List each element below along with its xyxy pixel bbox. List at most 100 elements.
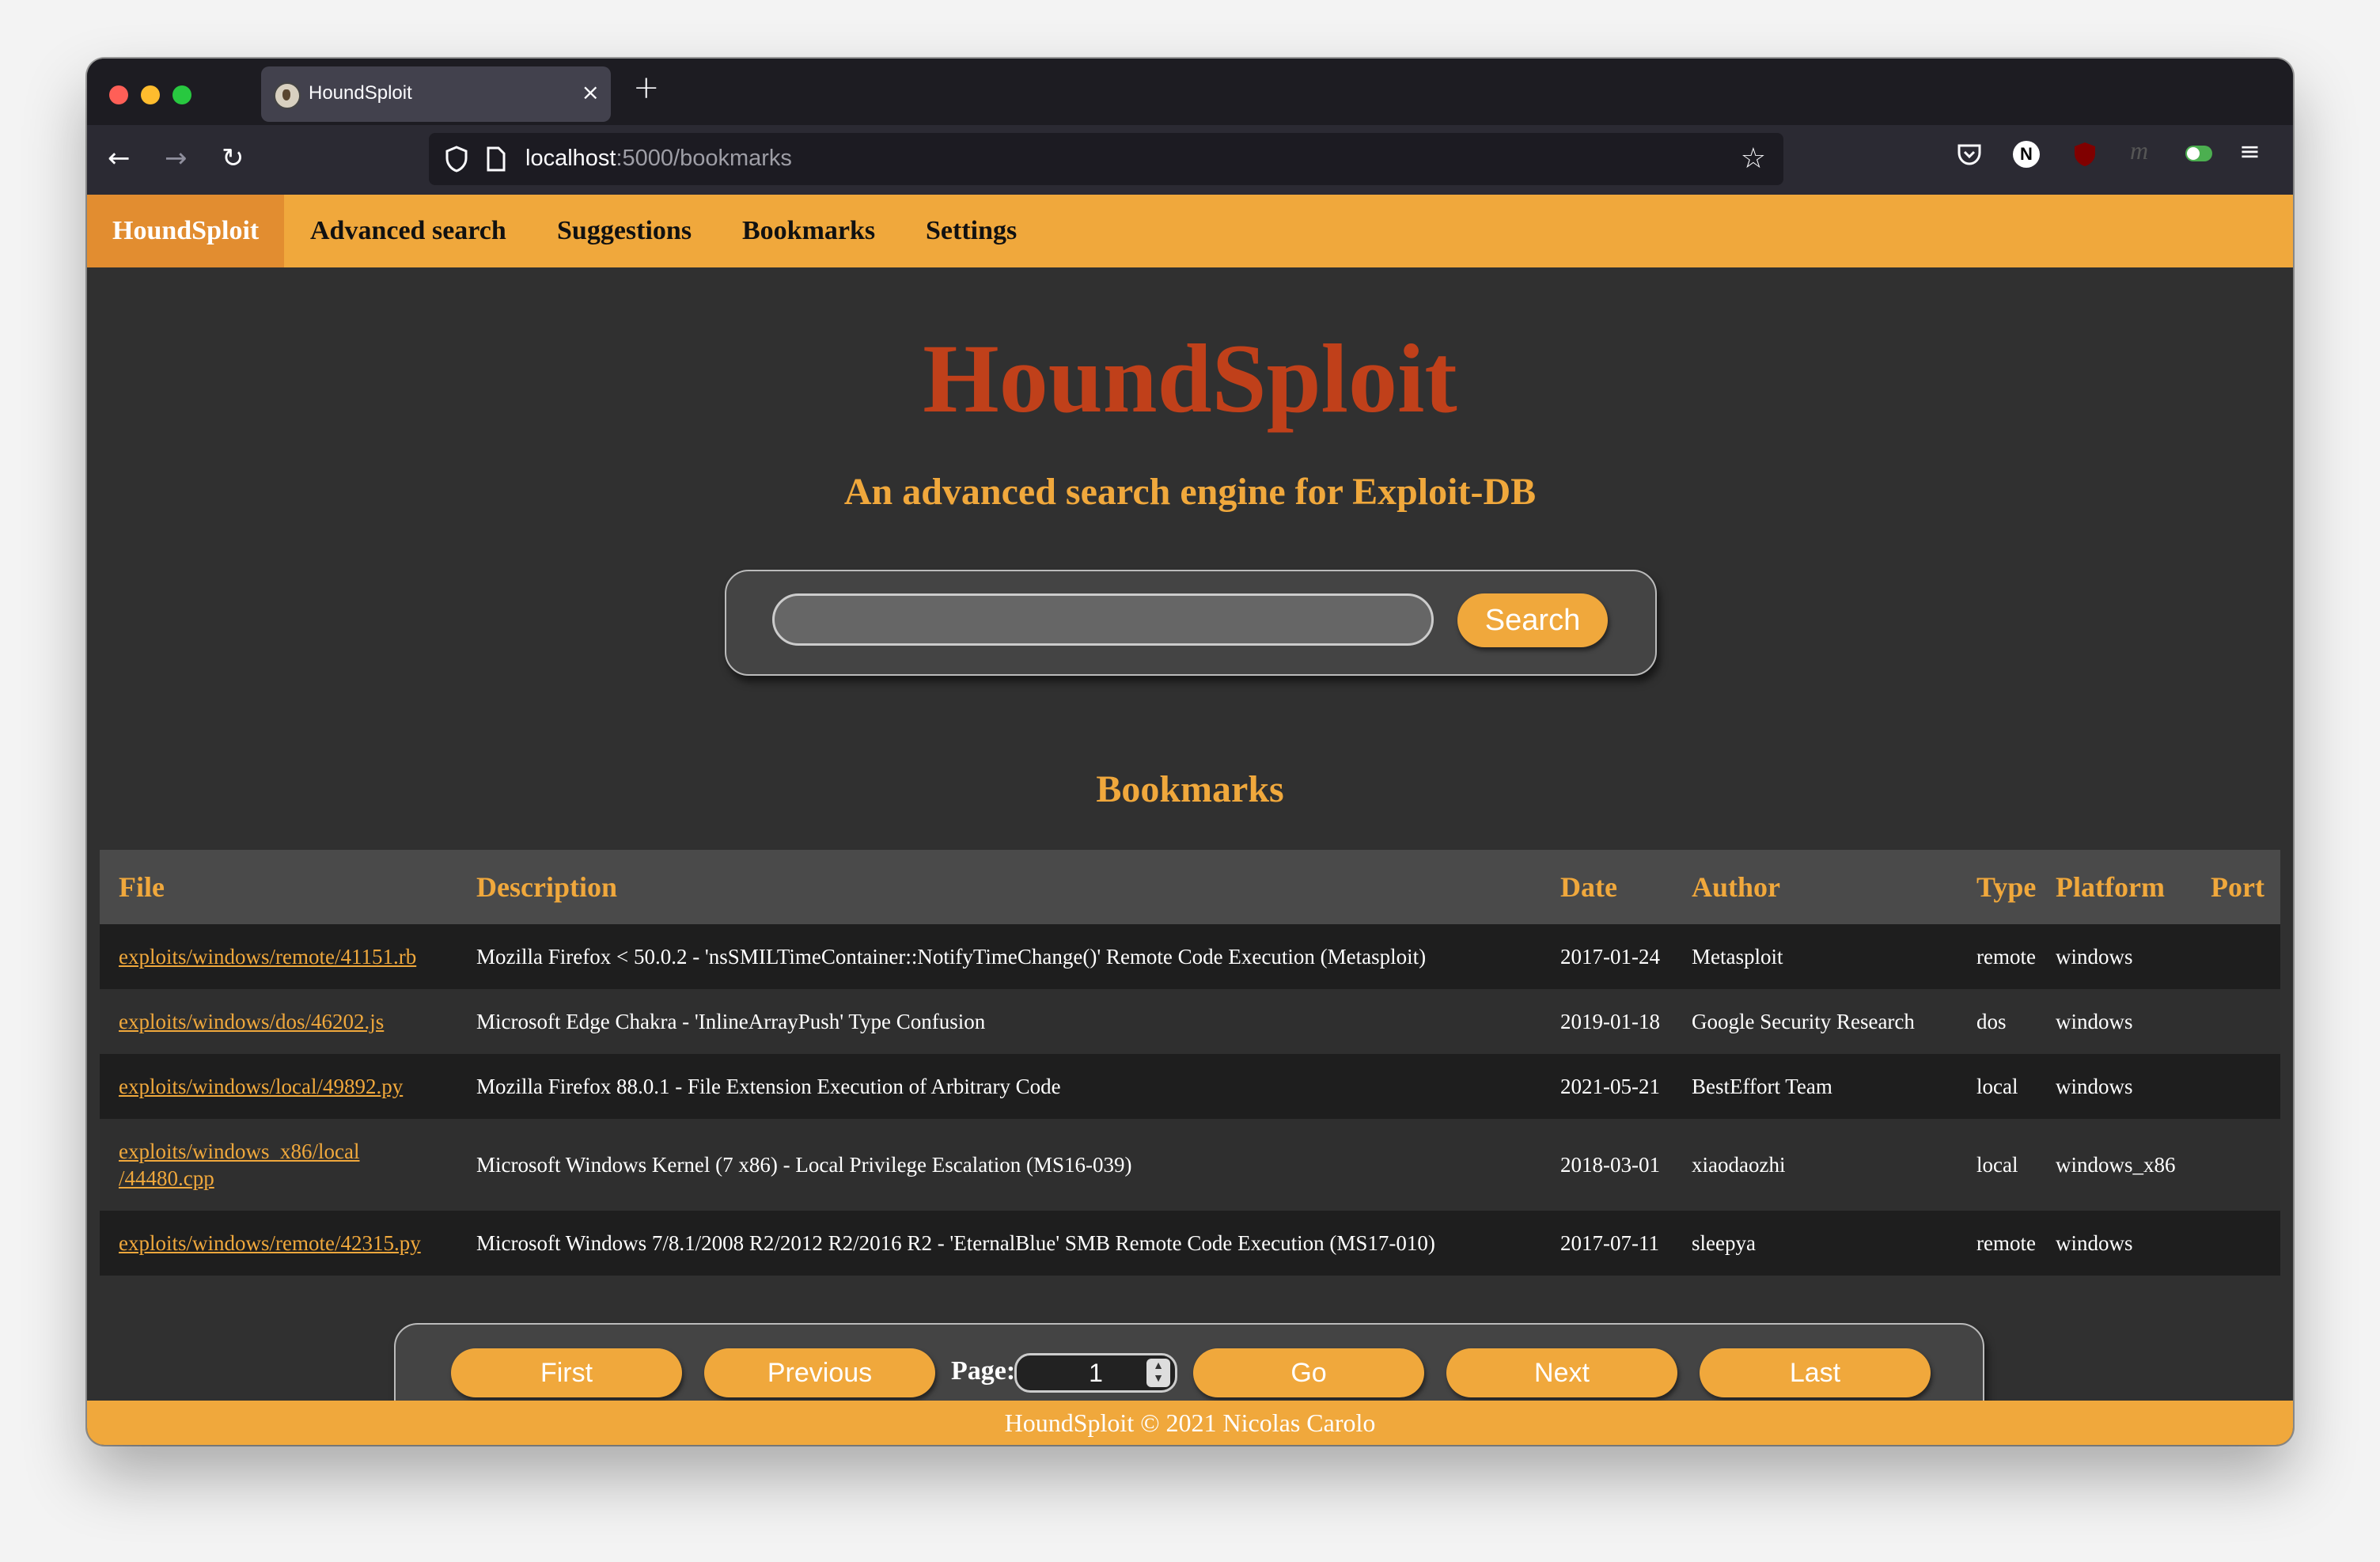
author-cell: xiaodaozhi [1673, 1119, 1957, 1211]
port-cell [2192, 1211, 2280, 1276]
file-link[interactable]: exploits/windows/dos/46202.js [119, 1010, 384, 1033]
column-header-platform[interactable]: Platform [2037, 850, 2192, 924]
author-cell: BestEffort Team [1673, 1054, 1957, 1119]
page-icon [487, 146, 506, 172]
nav-brand-houndsploit[interactable]: HoundSploit [87, 195, 285, 267]
url-text: localhost:5000/bookmarks [525, 146, 792, 171]
table-row: exploits/windows/remote/42315.py Microso… [100, 1211, 2280, 1276]
hero-title: HoundSploit [923, 324, 1457, 433]
ublock-shield-icon[interactable] [2071, 141, 2098, 168]
date-cell: 2019-01-18 [1541, 989, 1673, 1054]
column-header-description[interactable]: Description [457, 850, 1541, 924]
address-bar[interactable]: localhost:5000/bookmarks ☆ [429, 133, 1783, 185]
bookmarks-title: Bookmarks [1096, 768, 1284, 810]
date-cell: 2017-01-24 [1541, 924, 1673, 989]
first-page-button[interactable]: First [451, 1348, 682, 1397]
page-label: Page: [951, 1356, 1016, 1386]
footer: HoundSploit © 2021 Nicolas Carolo [87, 1401, 2293, 1445]
type-cell: dos [1957, 989, 2037, 1054]
close-window-button[interactable] [109, 85, 128, 104]
file-cell: exploits/windows/remote/41151.rb [100, 924, 457, 989]
search-input[interactable] [772, 593, 1434, 646]
author-cell: Google Security Research [1673, 989, 1957, 1054]
tab-strip: HoundSploit × + [87, 59, 2293, 125]
table-header-row: File Description Date Author Type Platfo… [100, 850, 2280, 924]
shield-icon [445, 146, 468, 173]
date-cell: 2018-03-01 [1541, 1119, 1673, 1211]
description-cell: Microsoft Edge Chakra - 'InlineArrayPush… [457, 989, 1541, 1054]
page-number-input[interactable]: 1 ▲ ▼ [1014, 1353, 1177, 1393]
toggle-extension-icon[interactable] [2185, 146, 2212, 161]
houndsploit-favicon-icon [274, 82, 301, 109]
site-navbar: HoundSploit Advanced search Suggestions … [87, 195, 2293, 267]
minimize-window-button[interactable] [141, 85, 160, 104]
table-row: exploits/windows_x86/local/44480.cpp Mic… [100, 1119, 2280, 1211]
column-header-file[interactable]: File [100, 850, 457, 924]
hamburger-menu-icon[interactable]: ≡ [2239, 136, 2266, 166]
notion-extension-icon[interactable]: N [2013, 141, 2040, 168]
nav-advanced-search[interactable]: Advanced search [310, 195, 506, 267]
file-cell: exploits/windows/remote/42315.py [100, 1211, 457, 1276]
column-header-type[interactable]: Type [1957, 850, 2037, 924]
port-cell [2192, 924, 2280, 989]
tab-title: HoundSploit [309, 82, 412, 104]
nav-suggestions[interactable]: Suggestions [557, 195, 692, 267]
date-cell: 2017-07-11 [1541, 1211, 1673, 1276]
page-stepper-icon[interactable]: ▲ ▼ [1146, 1359, 1170, 1387]
table-row: exploits/windows/local/49892.py Mozilla … [100, 1054, 2280, 1119]
search-button[interactable]: Search [1457, 593, 1608, 647]
type-cell: remote [1957, 1211, 2037, 1276]
description-cell: Mozilla Firefox < 50.0.2 - 'nsSMILTimeCo… [457, 924, 1541, 989]
browser-window: HoundSploit × + ← → ↻ localhost:5000/boo… [87, 59, 2293, 1445]
nav-bookmarks[interactable]: Bookmarks [742, 195, 875, 267]
type-cell: local [1957, 1054, 2037, 1119]
search-panel: Search [725, 570, 1657, 676]
maximize-window-button[interactable] [172, 85, 191, 104]
platform-cell: windows [2037, 1054, 2192, 1119]
description-cell: Microsoft Windows Kernel (7 x86) - Local… [457, 1119, 1541, 1211]
column-header-date[interactable]: Date [1541, 850, 1673, 924]
browser-toolbar: ← → ↻ localhost:5000/bookmarks ☆ N m ≡ [87, 125, 2293, 195]
tab-close-icon[interactable]: × [582, 79, 600, 105]
previous-page-button[interactable]: Previous [704, 1348, 935, 1397]
type-cell: local [1957, 1119, 2037, 1211]
new-tab-button[interactable]: + [633, 70, 660, 106]
port-cell [2192, 1119, 2280, 1211]
back-arrow-icon[interactable]: ← [108, 142, 131, 174]
bookmark-star-icon[interactable]: ☆ [1741, 142, 1766, 175]
main-content: HoundSploit An advanced search engine fo… [87, 267, 2293, 1424]
bookmarks-table: File Description Date Author Type Platfo… [100, 850, 2280, 1276]
file-cell: exploits/windows/dos/46202.js [100, 989, 457, 1054]
platform-cell: windows [2037, 989, 2192, 1054]
description-cell: Microsoft Windows 7/8.1/2008 R2/2012 R2/… [457, 1211, 1541, 1276]
description-cell: Mozilla Firefox 88.0.1 - File Extension … [457, 1054, 1541, 1119]
go-button[interactable]: Go [1193, 1348, 1424, 1397]
nav-settings[interactable]: Settings [926, 195, 1017, 267]
author-cell: Metasploit [1673, 924, 1957, 989]
port-cell [2192, 989, 2280, 1054]
type-cell: remote [1957, 924, 2037, 989]
port-cell [2192, 1054, 2280, 1119]
platform-cell: windows [2037, 924, 2192, 989]
hero-subtitle: An advanced search engine for Exploit-DB [843, 471, 1537, 513]
file-cell: exploits/windows_x86/local/44480.cpp [100, 1119, 457, 1211]
author-cell: sleepya [1673, 1211, 1957, 1276]
column-header-author[interactable]: Author [1673, 850, 1957, 924]
file-link[interactable]: exploits/windows/remote/42315.py [119, 1231, 421, 1255]
last-page-button[interactable]: Last [1700, 1348, 1931, 1397]
date-cell: 2021-05-21 [1541, 1054, 1673, 1119]
file-link[interactable]: exploits/windows_x86/local/44480.cpp [119, 1139, 359, 1190]
column-header-port[interactable]: Port [2192, 850, 2280, 924]
file-link[interactable]: exploits/windows/remote/41151.rb [119, 945, 416, 969]
table-row: exploits/windows/dos/46202.js Microsoft … [100, 989, 2280, 1054]
table-row: exploits/windows/remote/41151.rb Mozilla… [100, 924, 2280, 989]
platform-cell: windows_x86 [2037, 1119, 2192, 1211]
next-page-button[interactable]: Next [1446, 1348, 1677, 1397]
pocket-icon[interactable] [1956, 141, 1983, 168]
forward-arrow-icon[interactable]: → [165, 142, 188, 174]
file-cell: exploits/windows/local/49892.py [100, 1054, 457, 1119]
reload-icon[interactable]: ↻ [222, 142, 244, 174]
file-link[interactable]: exploits/windows/local/49892.py [119, 1075, 403, 1098]
extension-m-icon[interactable]: m [2130, 136, 2157, 165]
browser-tab[interactable]: HoundSploit × [261, 66, 611, 122]
